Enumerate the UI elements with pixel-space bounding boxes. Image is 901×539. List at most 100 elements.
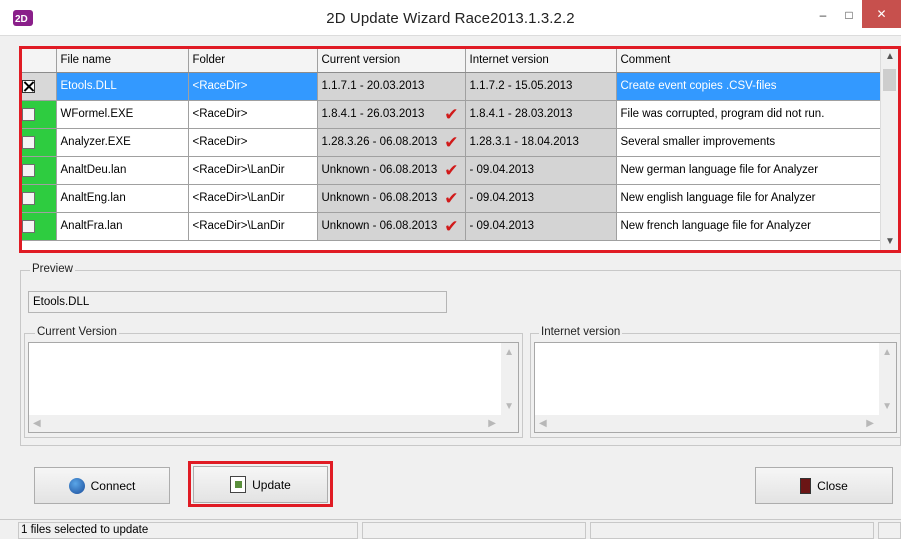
scroll-up-icon[interactable]: ▲ [882,347,892,358]
connect-button[interactable]: Connect [34,467,170,504]
checkmark-icon: ✔ [444,105,459,124]
table-row[interactable]: WFormel.EXE <RaceDir> 1.8.4.1 - 26.03.2013… [22,100,880,129]
current-version-cell[interactable]: 1.1.7.1 - 20.03.2013 [317,72,466,101]
comment-cell[interactable]: Several smaller improvements [616,128,880,157]
comment-cell[interactable]: New french language file for Analyzer [616,212,880,241]
status-text: 1 files selected to update [18,522,358,539]
comment-cell[interactable]: Create event copies .CSV-files [616,72,880,101]
current-version-cell[interactable]: Unknown - 06.08.2013 ✔ [317,184,466,213]
row-checkbox[interactable] [22,163,35,177]
preview-file-field: Etools.DLL [28,291,447,313]
file-name-cell[interactable]: AnaltDeu.lan [56,156,189,185]
file-name-cell[interactable]: AnaltEng.lan [56,184,189,213]
current-version-text: 1.8.4.1 - 26.03.2013 [321,108,425,120]
scroll-left-icon[interactable]: ◀ [539,418,547,429]
current-version-cell[interactable]: Unknown - 06.08.2013 ✔ [317,212,466,241]
status-cell-2 [362,522,586,539]
checkmark-icon: ✔ [444,161,459,180]
folder-cell[interactable]: <RaceDir>\LanDir [188,184,318,213]
scroll-thumb[interactable] [883,69,896,91]
current-version-label: Current Version [35,326,119,338]
checkmark-icon: ✔ [444,189,459,208]
table-row[interactable]: Analyzer.EXE <RaceDir> 1.28.3.26 - 06.08.2… [22,128,880,157]
row-checkbox-cell[interactable] [22,212,57,241]
internet-version-label: Internet version [539,326,623,338]
column-header-check[interactable] [22,49,57,73]
row-checkbox[interactable] [22,135,35,149]
scroll-down-icon[interactable]: ▼ [504,401,514,412]
folder-cell[interactable]: <RaceDir> [188,100,318,129]
status-bar: 1 files selected to update [0,519,901,539]
comment-cell[interactable]: New english language file for Analyzer [616,184,880,213]
scroll-up-icon[interactable]: ▲ [881,49,899,65]
table-row[interactable]: AnaltEng.lan <RaceDir>\LanDir Unknown - 06… [22,184,880,213]
folder-cell[interactable]: <RaceDir> [188,128,318,157]
folder-cell[interactable]: <RaceDir>\LanDir [188,156,318,185]
scroll-left-icon[interactable]: ◀ [33,418,41,429]
current-version-text: Unknown - 06.08.2013 [321,192,438,204]
scroll-up-icon[interactable]: ▲ [504,347,514,358]
status-cell-3 [590,522,874,539]
update-button[interactable]: Update [193,466,328,503]
checkmark-icon: ✔ [444,133,459,152]
close-button[interactable]: Close [755,467,893,504]
status-cell-4 [878,522,901,539]
row-checkbox-cell[interactable] [22,184,57,213]
table-row[interactable]: Etools.DLL <RaceDir> 1.1.7.1 - 20.03.2013 1… [22,72,880,101]
table-row[interactable]: AnaltDeu.lan <RaceDir>\LanDir Unknown - 06… [22,156,880,185]
scroll-right-icon[interactable]: ▶ [488,418,496,429]
table-row[interactable]: AnaltFra.lan <RaceDir>\LanDir Unknown - 06… [22,212,880,241]
file-name-cell[interactable]: Analyzer.EXE [56,128,189,157]
internet-version-cell[interactable]: - 09.04.2013 [465,184,617,213]
grid-header-row: File name Folder Current version Interne… [22,49,880,73]
scroll-right-icon[interactable]: ▶ [866,418,874,429]
update-button-label: Update [252,477,291,492]
current-version-cell[interactable]: 1.28.3.26 - 06.08.2013 ✔ [317,128,466,157]
current-version-text: 1.28.3.26 - 06.08.2013 [321,136,438,148]
row-checkbox[interactable] [22,107,35,121]
column-header-current-version[interactable]: Current version [317,49,466,73]
comment-cell[interactable]: New german language file for Analyzer [616,156,880,185]
row-checkbox-cell[interactable] [22,128,57,157]
scroll-down-icon[interactable]: ▼ [881,234,899,250]
scroll-down-icon[interactable]: ▼ [882,401,892,412]
internet-version-cell[interactable]: 1.1.7.2 - 15.05.2013 [465,72,617,101]
close-window-button[interactable]: ✕ [862,0,901,28]
internet-version-cell[interactable]: - 09.04.2013 [465,212,617,241]
file-name-cell[interactable]: WFormel.EXE [56,100,189,129]
current-version-cell[interactable]: 1.8.4.1 - 26.03.2013 ✔ [317,100,466,129]
folder-cell[interactable]: <RaceDir> [188,72,318,101]
internet-version-cell[interactable]: - 09.04.2013 [465,156,617,185]
row-checkbox[interactable] [22,191,35,205]
current-version-cell[interactable]: Unknown - 06.08.2013 ✔ [317,156,466,185]
comment-cell[interactable]: File was corrupted, program did not run. [616,100,880,129]
folder-cell[interactable]: <RaceDir>\LanDir [188,212,318,241]
internet-version-cell[interactable]: 1.8.4.1 - 28.03.2013 [465,100,617,129]
connect-button-label: Connect [90,478,136,493]
internet-version-memo[interactable]: ▲ ▼ ◀ ▶ [534,342,897,433]
row-checkbox-cell[interactable] [22,72,57,101]
checkmark-icon: ✔ [444,217,459,236]
current-version-memo[interactable]: ▲ ▼ ◀ ▶ [28,342,519,433]
file-table: File name Folder Current version Interne… [22,49,880,241]
row-checkbox-cell[interactable] [22,156,57,185]
row-checkbox[interactable] [22,219,35,233]
title-bar: 2D 2D Update Wizard Race2013.1.3.2.2 – □… [0,0,901,36]
column-header-folder[interactable]: Folder [188,49,318,73]
current-version-text: Unknown - 06.08.2013 [321,164,438,176]
minimize-button[interactable]: – [810,0,836,30]
window-title: 2D Update Wizard Race2013.1.3.2.2 [326,10,575,27]
door-icon [800,477,812,494]
update-icon [230,476,247,493]
row-checkbox-cell[interactable] [22,100,57,129]
maximize-button[interactable]: □ [836,0,862,30]
internet-version-cell[interactable]: 1.28.3.1 - 18.04.2013 [465,128,617,157]
column-header-comment[interactable]: Comment [616,49,880,73]
grid-vertical-scrollbar[interactable]: ▲ ▼ [880,49,898,250]
preview-label: Preview [30,263,75,275]
file-name-cell[interactable]: AnaltFra.lan [56,212,189,241]
row-checkbox[interactable] [22,79,35,93]
column-header-internet-version[interactable]: Internet version [465,49,617,73]
column-header-file-name[interactable]: File name [56,49,189,73]
file-name-cell[interactable]: Etools.DLL [56,72,189,101]
